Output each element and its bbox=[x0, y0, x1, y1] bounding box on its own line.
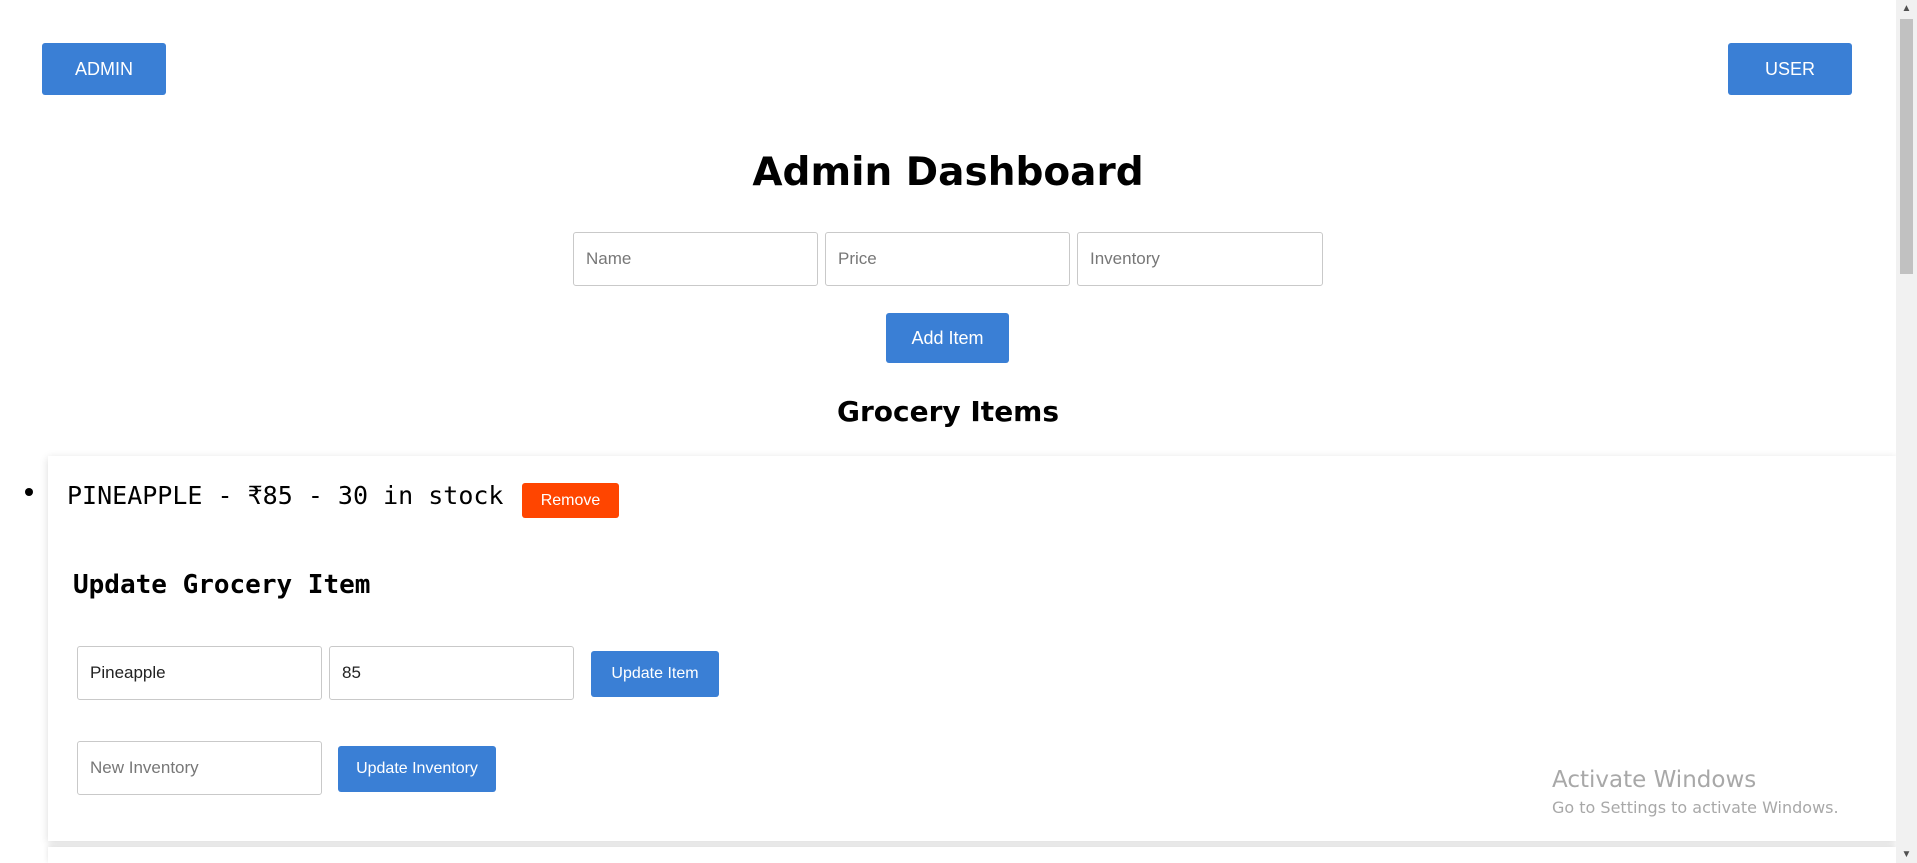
grocery-list-title: Grocery Items bbox=[836, 395, 1060, 428]
update-name-input[interactable] bbox=[77, 646, 322, 700]
vertical-scrollbar[interactable]: ▲ ▼ bbox=[1896, 0, 1917, 863]
remove-button[interactable]: Remove bbox=[522, 483, 619, 518]
inventory-input[interactable] bbox=[1077, 232, 1323, 286]
page-title: Admin Dashboard bbox=[752, 150, 1144, 195]
watermark-subtitle: Go to Settings to activate Windows. bbox=[1552, 798, 1839, 817]
admin-button[interactable]: ADMIN bbox=[42, 43, 166, 95]
grocery-item-text: PINEAPPLE - ₹85 - 30 in stock bbox=[67, 481, 504, 510]
update-section-title: Update Grocery Item bbox=[73, 570, 371, 600]
next-item-card bbox=[48, 847, 1896, 863]
name-input[interactable] bbox=[573, 232, 818, 286]
update-inventory-button[interactable]: Update Inventory bbox=[338, 746, 496, 792]
activate-windows-watermark: Activate Windows Go to Settings to activ… bbox=[1552, 765, 1839, 821]
add-item-button[interactable]: Add Item bbox=[886, 313, 1009, 363]
chevron-up-icon[interactable]: ▲ bbox=[1896, 0, 1917, 17]
user-button[interactable]: USER bbox=[1728, 43, 1852, 95]
watermark-title: Activate Windows bbox=[1552, 767, 1757, 793]
chevron-down-icon[interactable]: ▼ bbox=[1896, 846, 1917, 863]
price-input[interactable] bbox=[825, 232, 1070, 286]
new-inventory-input[interactable] bbox=[77, 741, 322, 795]
list-bullet bbox=[25, 488, 33, 496]
update-item-button[interactable]: Update Item bbox=[591, 651, 719, 697]
update-price-input[interactable] bbox=[329, 646, 574, 700]
scrollbar-thumb[interactable] bbox=[1900, 19, 1913, 274]
